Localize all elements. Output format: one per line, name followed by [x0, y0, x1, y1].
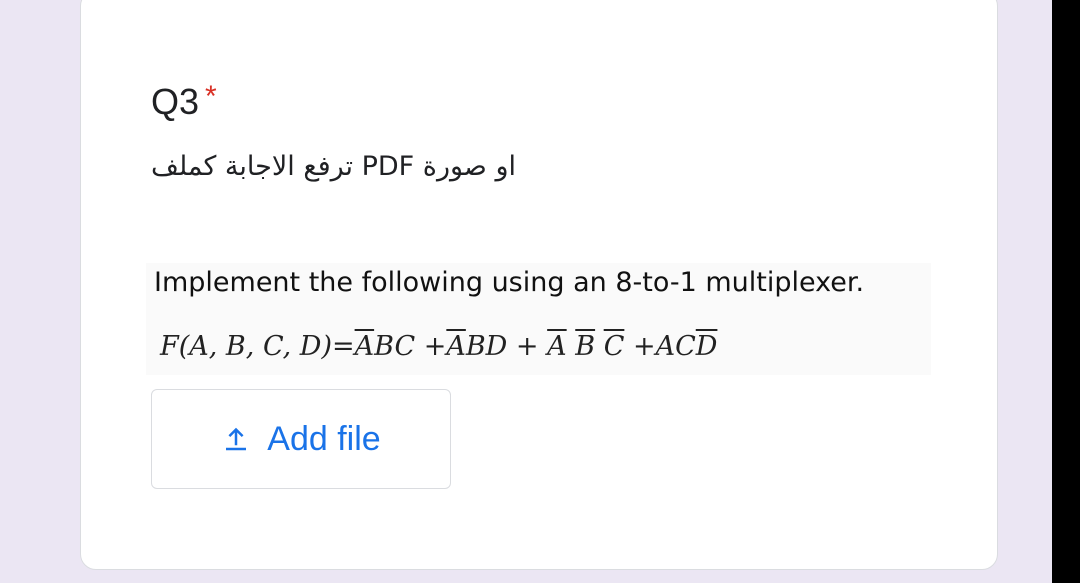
question-image: Implement the following using an 8-to-1 … [146, 263, 931, 375]
term1-rest: BC [374, 331, 416, 362]
function-prefix: F(A, B, C, D)= [160, 331, 355, 362]
question-number: Q3 [151, 81, 200, 122]
question-card: Q3 * او صورة PDF ترفع الاجابة كملف Implem… [80, 0, 998, 570]
question-instruction: Implement the following using an 8-to-1 … [154, 267, 865, 298]
upload-icon [226, 427, 247, 451]
term3-a-complement: A [547, 331, 567, 362]
question-title: Q3 * [151, 77, 217, 122]
term4-complement: D [695, 331, 718, 362]
term3-b-complement: B [575, 331, 596, 362]
screen-edge [1052, 0, 1080, 583]
required-asterisk: * [205, 80, 217, 113]
term1-complement: A [354, 331, 375, 362]
term3-c-complement: C [603, 331, 625, 362]
plus-sign: + [624, 331, 656, 362]
add-file-button[interactable]: Add file [151, 389, 451, 489]
term4-plain: AC [655, 331, 696, 362]
plus-sign: + [507, 331, 539, 362]
boolean-function: F(A, B, C, D)=ABC +ABD + A B C +ACD [160, 331, 717, 363]
plus-sign: + [415, 331, 447, 362]
add-file-label: Add file [267, 419, 381, 458]
term2-complement: A [446, 331, 466, 362]
term2-rest: BD [465, 331, 508, 362]
question-description: او صورة PDF ترفع الاجابة كملف [151, 151, 516, 182]
